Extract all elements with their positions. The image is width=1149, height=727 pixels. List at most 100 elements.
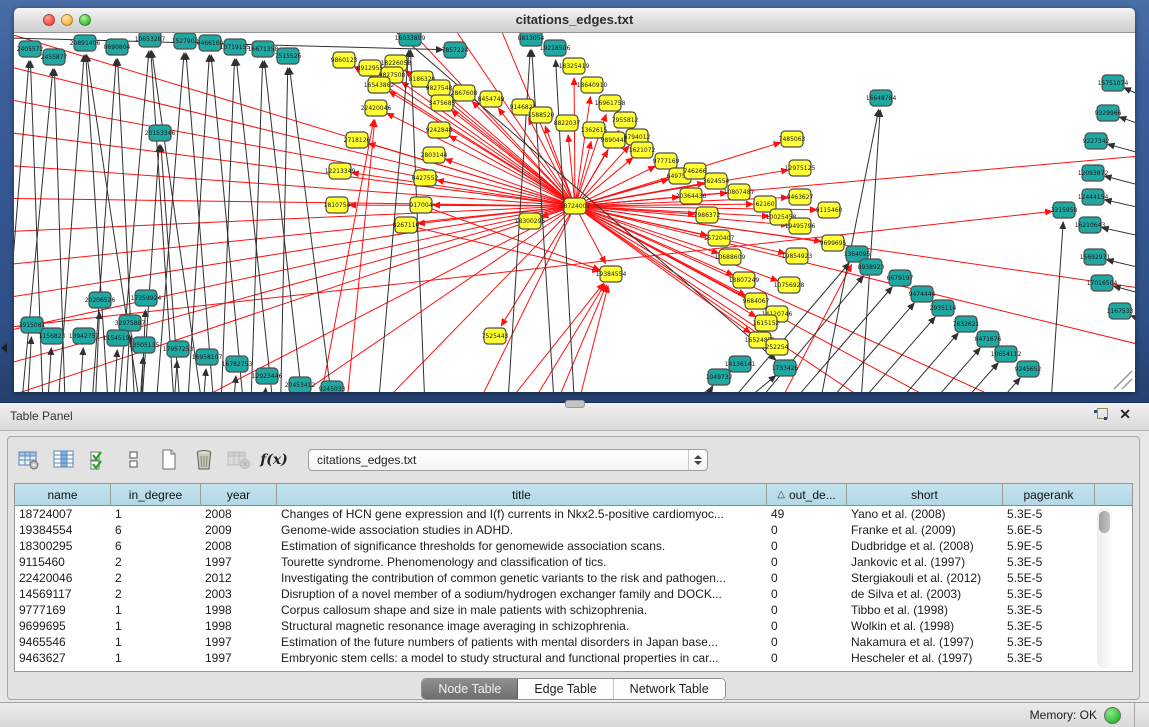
graph-node[interactable]: 3215958 — [1051, 202, 1078, 218]
graph-node[interactable]: 14136141 — [725, 356, 756, 372]
graph-node[interactable]: 1733426 — [772, 360, 799, 376]
graph-node[interactable]: 1810754 — [324, 197, 351, 213]
citation-edge-red[interactable] — [244, 206, 575, 392]
graph-node[interactable]: 10653287 — [135, 33, 166, 47]
graph-node[interactable]: 9777169 — [653, 153, 680, 169]
graph-node[interactable]: 9329966 — [1095, 105, 1122, 121]
memory-status-indicator[interactable] — [1104, 707, 1121, 724]
graph-node[interactable]: 9242848 — [426, 122, 453, 138]
graph-node[interactable]: 20364436 — [676, 188, 707, 204]
citation-edge-black[interactable] — [290, 68, 336, 392]
citation-edge-red[interactable] — [406, 225, 599, 271]
graph-node[interactable]: 22420046 — [361, 100, 392, 116]
graph-node[interactable]: 9115460 — [816, 202, 843, 218]
citation-edge-black[interactable] — [1049, 222, 1063, 392]
graph-node[interactable]: 13942757 — [69, 328, 100, 344]
table-row[interactable]: 1938455462009Genome-wide association stu… — [15, 522, 1132, 538]
resize-grip-icon[interactable] — [1114, 371, 1132, 389]
function-builder-icon[interactable]: f(x) — [261, 447, 287, 473]
graph-node[interactable]: 8938923 — [858, 259, 885, 275]
citation-edge-black[interactable] — [46, 348, 51, 392]
graph-node[interactable]: 18325419 — [559, 58, 590, 74]
citation-edge-black[interactable] — [112, 350, 117, 392]
graph-node[interactable]: 16543862 — [364, 77, 395, 93]
citation-edge-black[interactable] — [231, 376, 236, 392]
graph-node[interactable]: 3475685 — [429, 95, 456, 111]
graph-node[interactable]: 10807487 — [724, 184, 755, 200]
graph-node[interactable]: 2867608 — [451, 85, 478, 101]
graph-node[interactable]: 16961758 — [595, 95, 626, 111]
graph-node[interactable]: 17957253 — [163, 341, 194, 357]
graph-node[interactable]: 15720407 — [704, 230, 735, 246]
graph-node[interactable]: 1621072 — [629, 142, 656, 158]
column-header-short[interactable]: short — [847, 484, 1003, 505]
table-row[interactable]: 977716911998Corpus callosum shape and si… — [15, 602, 1132, 618]
graph-node[interactable]: 2718126 — [344, 132, 371, 148]
citation-edge-black[interactable] — [1105, 176, 1135, 189]
citation-edge-black[interactable] — [140, 145, 159, 392]
select-columns-icon[interactable] — [86, 447, 112, 473]
graph-node[interactable]: 10756928 — [774, 277, 805, 293]
graph-node[interactable]: 9245652 — [1015, 361, 1042, 377]
graph-node[interactable]: 252254 — [766, 339, 789, 355]
column-header-in_degree[interactable]: in_degree — [111, 484, 201, 505]
graph-node[interactable]: 10654112 — [991, 346, 1022, 362]
table-row[interactable]: 969969511998Structural magnetic resonanc… — [15, 618, 1132, 634]
graph-node[interactable]: 8454749 — [478, 91, 505, 107]
table-row[interactable]: 946362711997Embryonic stem cells: a mode… — [15, 650, 1132, 666]
graph-node[interactable]: 19384554 — [596, 266, 627, 282]
row-format-icon[interactable] — [121, 447, 147, 473]
graph-node[interactable]: 12923446 — [252, 368, 283, 384]
graph-node[interactable]: 9463627 — [787, 189, 814, 205]
graph-node[interactable]: 1156823 — [39, 328, 66, 344]
graph-node[interactable]: 19495796 — [785, 218, 816, 234]
citation-edge-black[interactable] — [261, 388, 266, 392]
graph-node[interactable]: 12444154 — [1078, 189, 1109, 205]
graph-node[interactable]: 12093872 — [1078, 165, 1109, 181]
graph-node[interactable]: 1049732 — [706, 369, 733, 385]
graph-node[interactable]: 16958107 — [192, 349, 223, 365]
graph-node[interactable]: 19218506 — [540, 40, 571, 56]
graph-node[interactable]: 7525443 — [482, 328, 509, 344]
citation-edge-red[interactable] — [380, 75, 575, 206]
column-header-year[interactable]: year — [201, 484, 277, 505]
citation-edge-red[interactable] — [14, 198, 575, 206]
graph-node[interactable]: 8690804 — [104, 39, 131, 55]
graph-node[interactable]: 9860123 — [331, 52, 358, 68]
graph-node[interactable]: 10719155 — [220, 39, 251, 55]
graph-node[interactable]: 8427552 — [412, 170, 439, 186]
citation-edge-black[interactable] — [1105, 200, 1135, 211]
column-header-title[interactable]: title — [277, 484, 767, 505]
graph-node[interactable]: 6679197 — [887, 270, 914, 286]
graph-node[interactable]: 9474444 — [909, 286, 936, 302]
citation-edge-black[interactable] — [78, 348, 83, 392]
graph-node[interactable]: 1527902 — [172, 33, 199, 49]
network-window-titlebar[interactable]: citations_edges.txt — [14, 8, 1135, 33]
graph-node[interactable]: 9827548 — [426, 80, 453, 96]
graph-node[interactable]: 1167533 — [1107, 303, 1134, 319]
column-header-pagerank[interactable]: pagerank — [1003, 484, 1095, 505]
table-row[interactable]: 911546021997Tourette syndrome. Phenomeno… — [15, 554, 1132, 570]
graph-node[interactable]: 1615152 — [753, 315, 780, 331]
graph-node[interactable]: 7632621 — [953, 316, 980, 332]
citation-edge-black[interactable] — [1102, 228, 1135, 239]
citation-edge-black[interactable] — [1108, 144, 1135, 157]
graph-node[interactable]: 9227342 — [1083, 133, 1110, 149]
graph-node[interactable]: 7485063 — [779, 131, 806, 147]
citation-edge-red[interactable] — [575, 146, 629, 206]
table-row[interactable]: 1872400712008Changes of HCN gene express… — [15, 506, 1132, 522]
graph-node[interactable]: 9699695 — [820, 235, 847, 251]
column-chooser-icon[interactable] — [51, 447, 77, 473]
graph-node[interactable]: 16210643 — [1075, 217, 1106, 233]
network-canvas[interactable]: 2405572245587720891406869080410653287152… — [14, 33, 1135, 392]
citation-edge-red[interactable] — [14, 128, 575, 206]
graph-node[interactable]: 17016504 — [1087, 275, 1118, 291]
graph-node[interactable]: 2935114 — [930, 300, 957, 316]
vertical-scrollbar[interactable] — [1097, 508, 1112, 668]
tab-network-table[interactable]: Network Table — [614, 679, 725, 699]
graph-node[interactable]: 18724007 — [560, 198, 591, 214]
citation-edge-red[interactable] — [418, 206, 575, 224]
float-panel-icon[interactable] — [1094, 408, 1107, 421]
column-header-out_de[interactable]: △out_de... — [767, 484, 847, 505]
table-settings-icon[interactable] — [16, 447, 42, 473]
